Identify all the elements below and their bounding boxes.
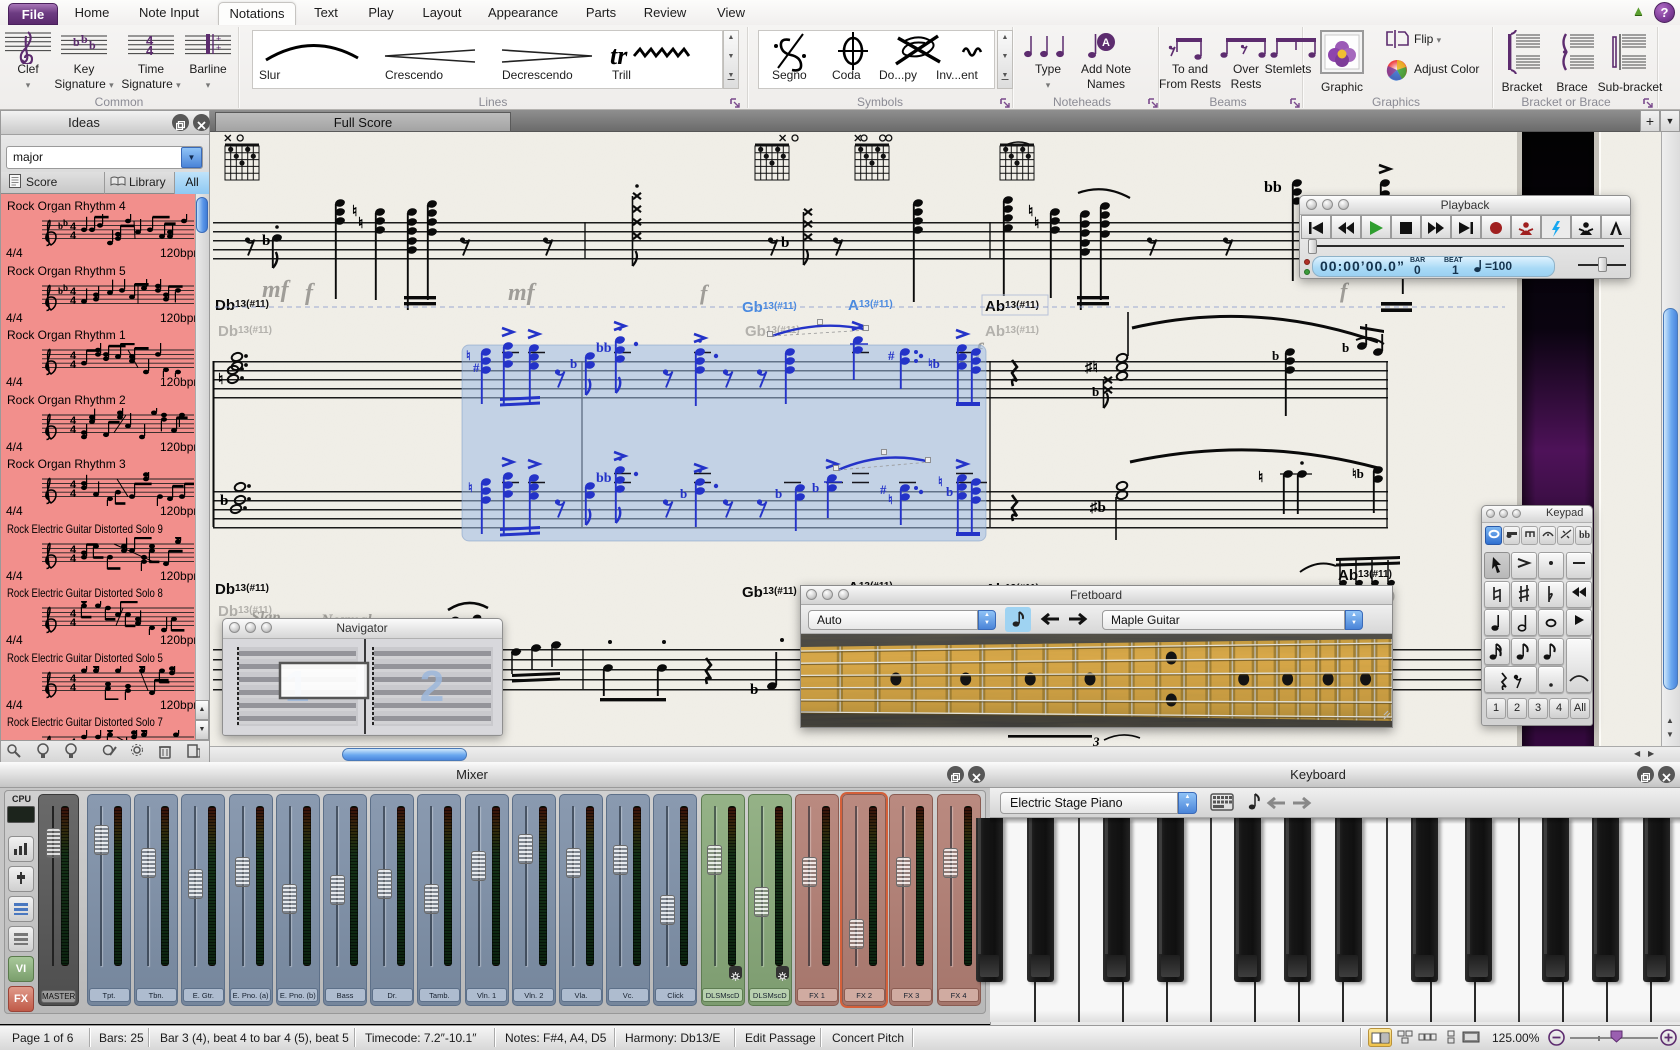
svg-text:b: b — [81, 33, 88, 46]
svg-text:mf: mf — [508, 280, 537, 306]
svg-text:b: b — [220, 493, 228, 509]
svg-text:♮: ♮ — [466, 348, 471, 363]
svg-text:♮: ♮ — [358, 216, 363, 232]
svg-text:♮: ♮ — [1028, 204, 1033, 220]
svg-text:bb: bb — [596, 471, 612, 486]
svg-text:♮: ♮ — [1258, 470, 1263, 486]
svg-text:♮: ♮ — [218, 372, 223, 388]
svg-text:b: b — [73, 35, 80, 49]
svg-text:♮: ♮ — [468, 480, 473, 495]
svg-text:A: A — [1102, 37, 1110, 49]
svg-text:4: 4 — [146, 43, 154, 58]
svg-text:2: 2 — [420, 662, 444, 711]
svg-text:3: 3 — [1092, 734, 1100, 746]
svg-text:bb: bb — [596, 341, 612, 356]
svg-text:b: b — [1272, 348, 1279, 363]
svg-text:b: b — [775, 486, 782, 501]
svg-text:+: + — [216, 43, 221, 53]
svg-text:♮b: ♮b — [928, 356, 940, 371]
svg-text:#: # — [473, 360, 480, 375]
svg-text:tr: tr — [610, 41, 628, 70]
svg-text:b: b — [89, 38, 96, 52]
svg-text:b: b — [570, 356, 577, 371]
svg-text:b: b — [1342, 340, 1349, 355]
svg-text:♮: ♮ — [938, 474, 943, 489]
svg-text:b: b — [262, 233, 270, 249]
svg-text:♯♮: ♯♮ — [1085, 360, 1098, 376]
svg-text:b: b — [1092, 384, 1099, 399]
svg-text:#: # — [880, 482, 887, 497]
svg-text:b: b — [781, 235, 789, 251]
svg-text:♮: ♮ — [352, 204, 357, 220]
svg-text:bb: bb — [1579, 530, 1591, 541]
svg-text:b: b — [750, 682, 758, 698]
svg-text:♮b: ♮b — [1352, 466, 1364, 481]
svg-text:bb: bb — [1264, 179, 1282, 196]
svg-text:b: b — [946, 484, 953, 499]
svg-text:♮: ♮ — [1034, 216, 1039, 232]
svg-text:b: b — [680, 486, 687, 501]
svg-text:♯b: ♯b — [1090, 500, 1106, 516]
svg-text:b: b — [812, 480, 819, 495]
svg-text:#: # — [888, 348, 895, 363]
svg-text:♮: ♮ — [888, 492, 893, 507]
